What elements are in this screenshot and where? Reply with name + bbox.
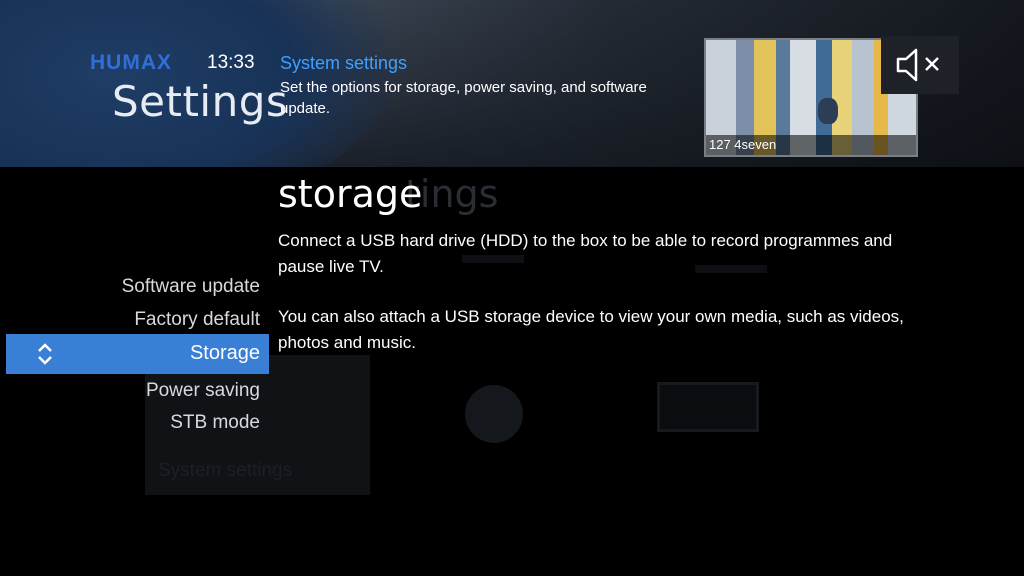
content-heading: storage <box>278 172 423 216</box>
description-paragraph: You can also attach a USB storage device… <box>278 307 904 352</box>
clock: 13:33 <box>207 52 255 73</box>
channel-caption: 127 4seven <box>706 135 916 155</box>
up-down-arrows-icon <box>38 343 52 365</box>
menu-item-stb-mode[interactable]: STB mode <box>0 412 260 434</box>
section-title: System settings <box>280 53 408 73</box>
section-description: Set the options for storage, power savin… <box>280 79 647 117</box>
menu-item-storage[interactable]: Storage <box>6 334 269 374</box>
mute-indicator <box>881 36 959 94</box>
background-dial-graphic <box>465 385 523 443</box>
menu-item-software-update[interactable]: Software update <box>0 276 260 298</box>
menu-item-factory-default[interactable]: Factory default <box>0 309 260 331</box>
page-title: Settings <box>112 77 289 126</box>
description-paragraph: Connect a USB hard drive (HDD) to the bo… <box>278 231 893 276</box>
background-device-graphic <box>657 382 759 432</box>
background-label: System settings <box>158 460 293 481</box>
brand-logo: HUMAX <box>90 51 172 74</box>
menu-item-label: Storage <box>189 342 260 364</box>
menu-item-power-saving[interactable]: Power saving <box>0 380 260 402</box>
speaker-muted-icon <box>896 48 939 82</box>
